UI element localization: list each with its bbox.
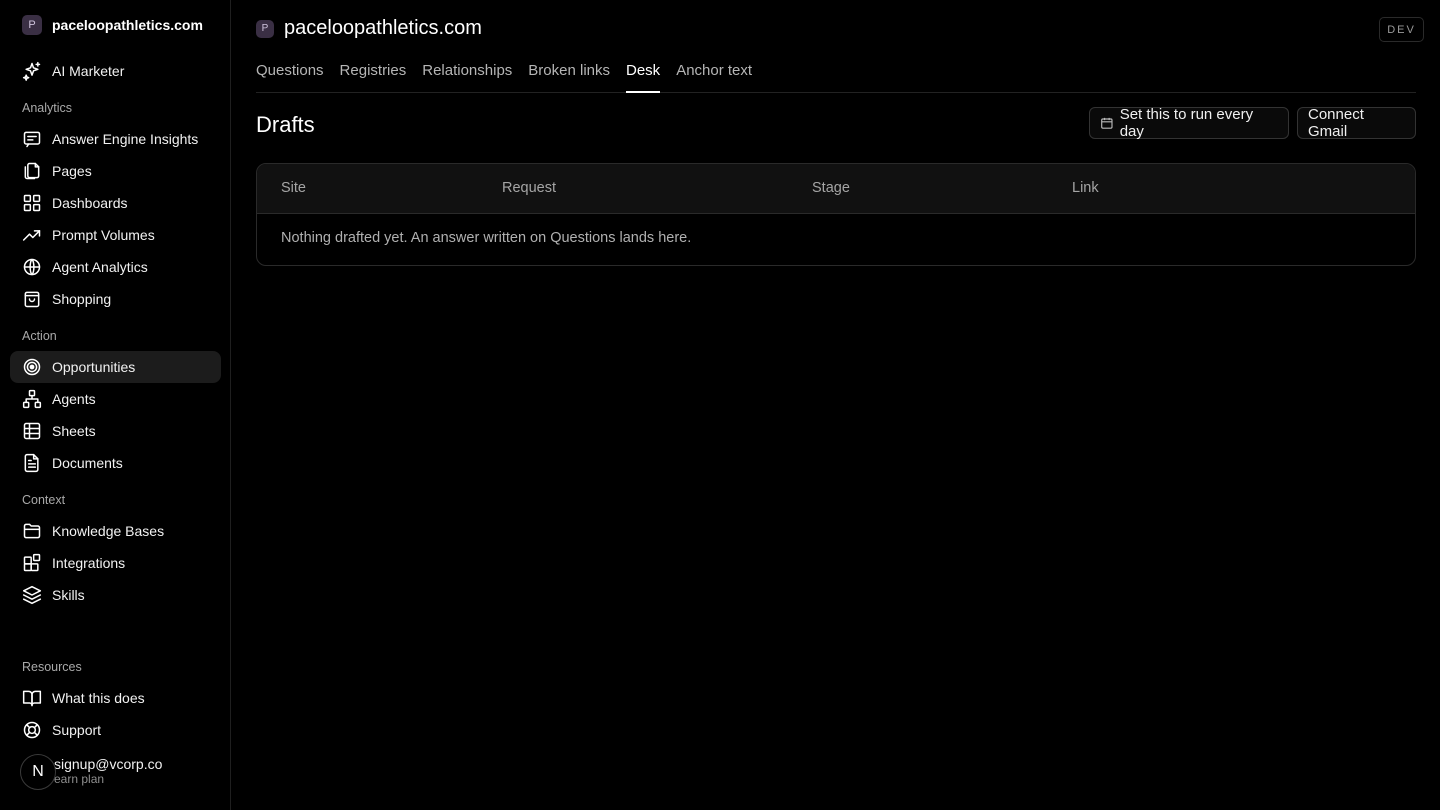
connect-gmail-button[interactable]: Connect Gmail xyxy=(1297,106,1416,140)
layers-icon xyxy=(22,585,42,605)
run-daily-label: Set this to run every day xyxy=(1119,106,1254,140)
sidebar-item-label: Agents xyxy=(52,391,96,407)
tab-registries[interactable]: Registries xyxy=(340,62,407,92)
sidebar-item-label: Skills xyxy=(52,587,85,603)
network-icon xyxy=(22,389,42,409)
site-title: paceloopathletics.com xyxy=(284,17,482,39)
user-email: signup@vcorp.co xyxy=(54,756,163,772)
sidebar-item-label: AI Marketer xyxy=(52,63,125,79)
folder-icon xyxy=(23,523,41,539)
user-menu[interactable]: N signup@vcorp.co earn plan xyxy=(20,754,162,790)
sidebar-item-label: Opportunities xyxy=(52,359,136,375)
sidebar-item-label: Prompt Volumes xyxy=(52,227,155,243)
calendar-icon xyxy=(1101,117,1113,129)
table-header: Site Request Stage Link xyxy=(257,164,1415,214)
sidebar-item-label: Answer Engine Insights xyxy=(52,131,199,147)
sidebar-item-sheets[interactable]: Sheets xyxy=(10,415,221,447)
workspace-name: paceloopathletics.com xyxy=(52,17,203,33)
tab-broken-links[interactable]: Broken links xyxy=(528,62,610,92)
section-context: Context xyxy=(22,493,66,507)
sidebar-item-label: Agent Analytics xyxy=(52,259,148,275)
tab-desk[interactable]: Desk xyxy=(626,62,661,93)
sidebar-item-skills[interactable]: Skills xyxy=(10,579,221,611)
user-info: signup@vcorp.co earn plan xyxy=(54,757,162,787)
sparkles-icon xyxy=(22,61,41,81)
sidebar-item-ai-marketer[interactable]: AI Marketer xyxy=(10,55,221,87)
sidebar-item-pages[interactable]: Pages xyxy=(10,155,221,187)
run-daily-button[interactable]: Set this to run every day xyxy=(1089,106,1289,140)
sidebar-item-label: Sheets xyxy=(52,423,96,439)
tab-bar: Questions Registries Relationships Broke… xyxy=(256,62,1416,93)
sidebar-item-documents[interactable]: Documents xyxy=(10,447,221,479)
sidebar-item-label: Knowledge Bases xyxy=(52,523,165,539)
site-badge: P xyxy=(256,19,274,38)
column-header-request: Request xyxy=(502,180,557,196)
sidebar-item-knowledge-bases[interactable]: Knowledge Bases xyxy=(10,515,221,547)
sidebar-item-integrations[interactable]: Integrations xyxy=(10,547,221,579)
trending-up-icon xyxy=(22,230,41,241)
layout-grid-icon xyxy=(23,194,41,212)
column-header-stage: Stage xyxy=(812,180,850,196)
sidebar: P paceloopathletics.com AI Marketer Anal… xyxy=(0,0,231,810)
drafts-table: Site Request Stage Link Nothing drafted … xyxy=(256,163,1416,266)
section-analytics: Analytics xyxy=(22,101,73,115)
section-action: Action xyxy=(22,329,57,343)
blocks-icon xyxy=(23,553,41,572)
sidebar-item-label: Shopping xyxy=(52,291,112,307)
table-icon xyxy=(23,422,41,440)
sidebar-item-label: Support xyxy=(52,722,102,738)
sidebar-item-label: Pages xyxy=(52,163,92,179)
sidebar-item-support[interactable]: Support xyxy=(10,714,221,746)
sidebar-item-shopping[interactable]: Shopping xyxy=(10,283,221,315)
sidebar-item-agent-analytics[interactable]: Agent Analytics xyxy=(10,251,221,283)
column-header-link: Link xyxy=(1072,180,1099,196)
avatar[interactable]: N xyxy=(20,754,56,790)
sidebar-item-dashboards[interactable]: Dashboards xyxy=(10,187,221,219)
sidebar-item-label: Integrations xyxy=(52,555,126,571)
sidebar-item-label: What this does xyxy=(52,690,145,706)
files-icon xyxy=(24,162,40,180)
workspace-badge: P xyxy=(22,15,42,35)
env-badge: DEV xyxy=(1379,17,1424,42)
book-open-icon xyxy=(22,690,42,707)
user-plan: earn plan xyxy=(54,772,105,786)
workspace-switcher[interactable]: P paceloopathletics.com xyxy=(22,15,203,35)
shopping-bag-icon xyxy=(24,291,40,308)
globe-icon xyxy=(23,258,41,276)
page-title: Drafts xyxy=(256,112,315,137)
empty-state-message: Nothing drafted yet. An answer written o… xyxy=(281,230,692,246)
tab-anchor-text[interactable]: Anchor text xyxy=(676,62,752,92)
sidebar-item-label: Dashboards xyxy=(52,195,128,211)
sidebar-item-opportunities[interactable]: Opportunities xyxy=(10,351,221,383)
sidebar-item-what-this-does[interactable]: What this does xyxy=(10,682,221,714)
tab-questions[interactable]: Questions xyxy=(256,62,324,92)
column-header-site: Site xyxy=(281,180,306,196)
target-icon xyxy=(23,358,41,376)
sidebar-item-answer-engine-insights[interactable]: Answer Engine Insights xyxy=(10,123,221,155)
page-header: P paceloopathletics.com xyxy=(256,17,482,40)
tab-relationships[interactable]: Relationships xyxy=(422,62,512,92)
file-text-icon xyxy=(24,453,39,473)
sidebar-item-agents[interactable]: Agents xyxy=(10,383,221,415)
sidebar-item-prompt-volumes[interactable]: Prompt Volumes xyxy=(10,219,221,251)
life-buoy-icon xyxy=(23,721,41,739)
message-square-icon xyxy=(23,131,41,148)
section-resources: Resources xyxy=(22,660,82,674)
sidebar-item-label: Documents xyxy=(52,455,123,471)
